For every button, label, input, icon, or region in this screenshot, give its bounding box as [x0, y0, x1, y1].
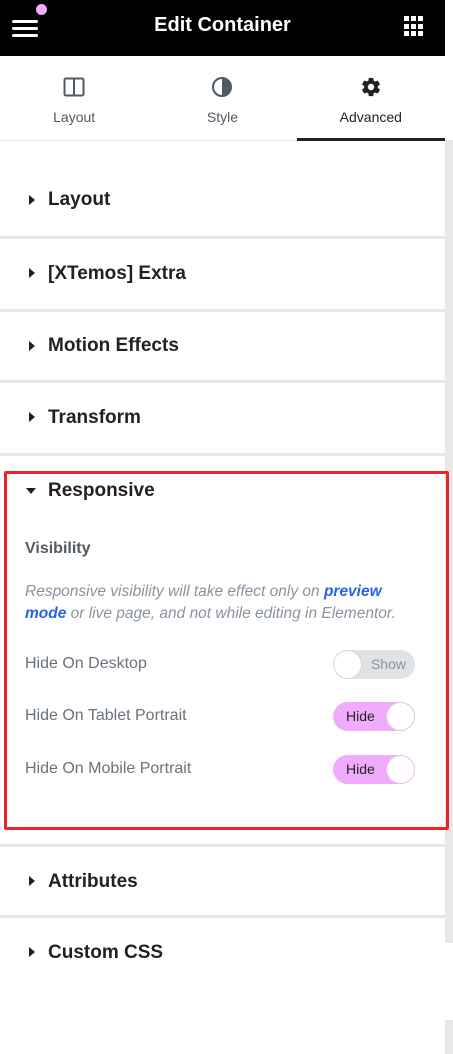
hide-on-tablet-label: Hide On Tablet Portrait	[25, 707, 187, 724]
section-custom-css-header[interactable]: Custom CSS	[0, 918, 445, 988]
page-edge-shade	[445, 1020, 453, 1054]
panel-title: Edit Container	[154, 14, 291, 36]
section-motion-effects: Motion Effects	[0, 312, 445, 380]
half-circle-style-icon	[212, 77, 233, 97]
caret-right-icon	[29, 268, 35, 278]
hide-on-desktop-label: Hide On Desktop	[25, 655, 147, 672]
section-title: Responsive	[48, 480, 155, 501]
widgets-grid-icon[interactable]	[404, 16, 425, 37]
hide-on-tablet-toggle[interactable]: Hide	[333, 702, 415, 731]
section-motion-header[interactable]: Motion Effects	[0, 312, 445, 380]
section-title: Transform	[48, 407, 141, 428]
hide-on-desktop-toggle[interactable]: Show	[333, 650, 415, 679]
caret-right-icon	[29, 412, 35, 422]
hide-on-mobile-toggle[interactable]: Hide	[333, 755, 415, 784]
tab-label: Advanced	[339, 109, 402, 125]
gear-icon	[361, 77, 380, 97]
section-title: Attributes	[48, 871, 138, 892]
panel-header: Edit Container	[0, 0, 445, 56]
section-title: Layout	[48, 189, 111, 210]
section-attributes-header[interactable]: Attributes	[0, 847, 445, 915]
caret-down-icon	[26, 488, 36, 494]
page-edge	[445, 0, 453, 1054]
section-attributes: Attributes	[0, 847, 445, 915]
caret-right-icon	[29, 947, 35, 957]
section-title: [XTemos] Extra	[48, 263, 186, 284]
note-text: Responsive visibility will take effect o…	[25, 583, 324, 600]
caret-right-icon	[29, 195, 35, 205]
note-text: or live page, and not while editing in E…	[66, 605, 396, 622]
tab-layout[interactable]: Layout	[0, 56, 148, 140]
tab-style[interactable]: Style	[148, 56, 296, 140]
section-transform: Transform	[0, 383, 445, 453]
visibility-heading: Visibility	[25, 540, 91, 557]
section-custom-css: Custom CSS	[0, 918, 445, 988]
section-title: Motion Effects	[48, 335, 179, 356]
caret-right-icon	[29, 341, 35, 351]
hide-on-mobile-label: Hide On Mobile Portrait	[25, 760, 192, 777]
section-layout-header[interactable]: Layout	[0, 164, 445, 236]
caret-right-icon	[29, 876, 35, 886]
layout-icon	[63, 77, 85, 97]
section-layout: Layout	[0, 164, 445, 236]
section-responsive-header[interactable]: Responsive	[0, 456, 445, 524]
section-transform-header[interactable]: Transform	[0, 383, 445, 453]
toggle-state: Show	[370, 656, 406, 672]
toggle-knob	[334, 651, 361, 678]
tab-advanced[interactable]: Advanced	[296, 56, 446, 141]
page-edge-shade	[445, 140, 453, 943]
editor-panel: Edit Container Layout Style Advanced Lay…	[0, 0, 446, 1054]
toggle-knob	[387, 756, 414, 783]
section-xtemos-header[interactable]: [XTemos] Extra	[0, 239, 445, 309]
toggle-state: Hide	[346, 761, 375, 777]
toggle-knob	[387, 703, 414, 730]
visibility-note: Responsive visibility will take effect o…	[25, 581, 425, 625]
section-xtemos-extra: [XTemos] Extra	[0, 239, 445, 309]
panel-tabs: Layout Style Advanced	[0, 56, 446, 141]
toggle-state: Hide	[346, 708, 375, 724]
tab-label: Style	[206, 109, 239, 125]
tab-label: Layout	[53, 109, 96, 125]
section-title: Custom CSS	[48, 942, 164, 963]
